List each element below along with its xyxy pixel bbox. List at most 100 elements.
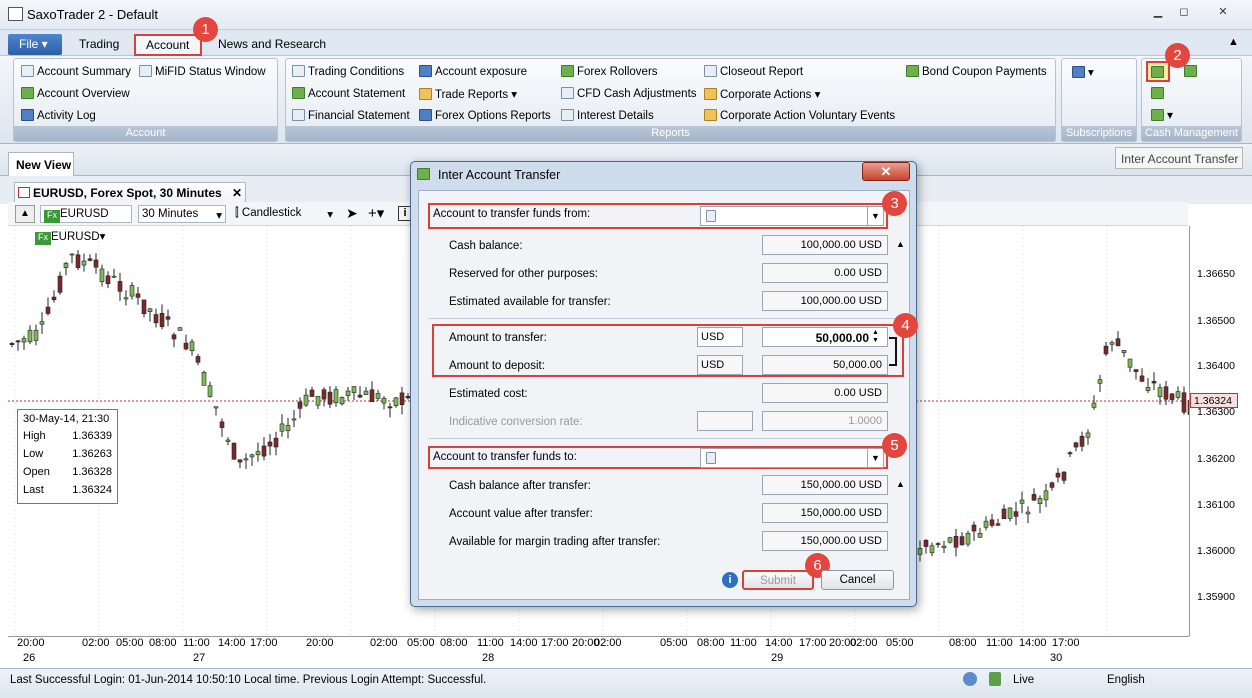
- activity-log-icon: [21, 109, 34, 121]
- activity-log-button[interactable]: Activity Log: [21, 109, 96, 122]
- candle: [27, 329, 33, 343]
- financial-statement-button[interactable]: Financial Statement: [292, 109, 410, 122]
- time-tick: 14:00: [1019, 637, 1047, 649]
- chart-tab[interactable]: EURUSD, Forex Spot, 30 Minutes ✕: [14, 182, 246, 204]
- collapse-ribbon-icon[interactable]: ▲: [1228, 36, 1239, 48]
- cancel-button[interactable]: Cancel: [821, 570, 894, 590]
- deposit-value: 50,000.00: [762, 355, 888, 375]
- amount-stepper[interactable]: ▲ ▼: [872, 329, 879, 345]
- candle: [1049, 482, 1055, 488]
- account-summary-button[interactable]: Account Summary: [21, 65, 131, 78]
- mifid-status-button[interactable]: MiFID Status Window: [139, 65, 266, 78]
- file-menu-button[interactable]: File ▾: [8, 34, 62, 55]
- amount-input[interactable]: 50,000.00: [762, 327, 888, 347]
- cash-withdraw-icon[interactable]: ▾: [1151, 108, 1173, 122]
- candle: [297, 401, 303, 409]
- chevron-down-icon: ▼: [867, 207, 883, 225]
- time-tick: 08:00: [697, 637, 725, 649]
- to-account-select[interactable]: ▼: [700, 448, 884, 468]
- crosshair-tool-icon[interactable]: +▾: [368, 204, 384, 222]
- ohlc-date: 30-May-14, 21:30: [23, 413, 110, 425]
- candle: [375, 393, 381, 399]
- time-tick: 08:00: [440, 637, 468, 649]
- time-tick: 11:00: [477, 637, 504, 649]
- forex-options-reports-button[interactable]: Forex Options Reports: [419, 109, 551, 122]
- time-tick: 20:00: [306, 637, 334, 649]
- trade-reports-button[interactable]: Trade Reports ▾: [419, 87, 517, 101]
- collapse-section-icon[interactable]: ▲: [896, 479, 905, 489]
- time-tick: 17:00: [799, 637, 827, 649]
- candle: [1157, 387, 1163, 397]
- tab-new-view[interactable]: New View: [8, 152, 74, 177]
- interest-details-button[interactable]: Interest Details: [561, 109, 654, 122]
- minimize-button[interactable]: ▁: [1146, 3, 1170, 21]
- corporate-actions-button[interactable]: Corporate Actions ▾: [704, 87, 820, 101]
- candle: [9, 342, 15, 345]
- candle: [117, 281, 123, 292]
- candle: [279, 423, 285, 432]
- candle: [237, 459, 243, 463]
- maximize-button[interactable]: ◻: [1172, 3, 1196, 21]
- symbol-label[interactable]: Fx EURUSD▾: [35, 229, 105, 245]
- cash-transfer-icon[interactable]: [1184, 64, 1200, 78]
- candle: [285, 425, 291, 431]
- close-tab-icon[interactable]: ✕: [232, 186, 242, 200]
- close-window-button[interactable]: ✕: [1204, 3, 1242, 21]
- tab-trading[interactable]: Trading: [79, 37, 119, 51]
- link-bracket: [889, 337, 897, 366]
- candle: [327, 391, 333, 405]
- low-label: Low: [23, 448, 44, 460]
- closeout-report-icon: [704, 65, 717, 77]
- trading-conditions-button[interactable]: Trading Conditions: [292, 65, 404, 78]
- instrument-input[interactable]: Fx EURUSD: [40, 205, 132, 223]
- account-overview-button[interactable]: Account Overview: [21, 87, 130, 100]
- ohlc-tooltip: 30-May-14, 21:30 High 1.36339 Low 1.36263 …: [17, 409, 118, 504]
- submit-button[interactable]: Submit: [742, 570, 814, 590]
- from-account-select[interactable]: ▼: [700, 206, 884, 226]
- interval-select[interactable]: 30 Minutes ▾: [138, 205, 226, 223]
- candle: [123, 297, 129, 300]
- cfd-cash-adjustments-button[interactable]: CFD Cash Adjustments: [561, 87, 697, 100]
- available-label: Estimated available for transfer:: [449, 296, 611, 308]
- forex-rollovers-icon: [561, 65, 574, 77]
- collapse-section-icon[interactable]: ▲: [896, 239, 905, 249]
- dialog-close-button[interactable]: ✕: [862, 162, 910, 181]
- chart-style-select[interactable]: ⫿ Candlestick ▾: [232, 205, 336, 223]
- info-icon[interactable]: i: [722, 572, 738, 588]
- pointer-tool-icon[interactable]: ➤: [346, 205, 358, 222]
- account-statement-button[interactable]: Account Statement: [292, 87, 405, 100]
- step-badge-3: 3: [882, 191, 907, 216]
- candle: [195, 356, 201, 363]
- tab-news-research[interactable]: News and Research: [218, 37, 326, 51]
- candle: [147, 308, 153, 313]
- candle: [399, 392, 405, 405]
- candle: [1013, 511, 1019, 517]
- candle: [935, 543, 941, 545]
- candle: [231, 442, 237, 460]
- tab-account[interactable]: Account: [134, 34, 202, 56]
- subscriptions-button[interactable]: ▾: [1072, 65, 1094, 79]
- chart-style-value: Candlestick: [241, 207, 302, 219]
- corporate-voluntary-button[interactable]: Corporate Action Voluntary Events: [704, 109, 895, 122]
- language-selector[interactable]: English: [1107, 674, 1145, 686]
- cash-deposit-icon[interactable]: [1151, 86, 1167, 100]
- closeout-report-button[interactable]: Closeout Report: [704, 65, 803, 78]
- candle: [977, 532, 983, 538]
- collapse-toolbar-button[interactable]: ▲: [15, 205, 35, 223]
- after-margin-value: 150,000.00 USD: [762, 531, 888, 551]
- candle: [1025, 511, 1031, 515]
- account-summary-label: Account Summary: [37, 66, 131, 78]
- app-icon: [8, 7, 23, 21]
- inter-account-transfer-button[interactable]: [1146, 61, 1170, 82]
- candle: [207, 385, 213, 397]
- candle: [51, 296, 57, 300]
- subscriptions-icon: [1072, 66, 1085, 78]
- account-exposure-button[interactable]: Account exposure: [419, 65, 527, 78]
- candle: [33, 329, 39, 341]
- forex-rollovers-button[interactable]: Forex Rollovers: [561, 65, 658, 78]
- candle: [929, 545, 935, 554]
- from-account-label: Account to transfer funds from:: [433, 208, 591, 220]
- bond-coupon-button[interactable]: Bond Coupon Payments: [906, 65, 1047, 78]
- mifid-label: MiFID Status Window: [155, 66, 266, 78]
- interest-details-label: Interest Details: [577, 110, 654, 122]
